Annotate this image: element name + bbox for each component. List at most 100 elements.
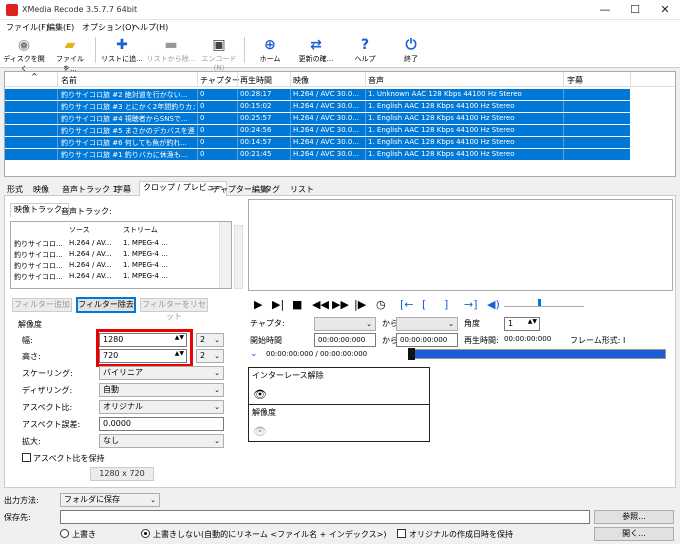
destination-input[interactable]: [60, 510, 590, 524]
zoom-slider-thumb[interactable]: [538, 299, 541, 306]
plus-icon: ✚: [116, 37, 128, 53]
filter-deinterlace[interactable]: インターレース解除 👁: [248, 367, 430, 405]
bracket-left-icon[interactable]: [: [422, 299, 426, 311]
height-mod-select[interactable]: 2 ⌄: [196, 349, 224, 363]
file-row[interactable]: 釣りサイコロ旅 #5 まさかのデカバスを連... 0 00:24:56 H.264 /…: [5, 125, 630, 136]
output-method-select[interactable]: フォルダに保存 ⌄: [60, 493, 160, 507]
col-video[interactable]: 映像: [293, 75, 309, 86]
file-cell: 0: [200, 150, 205, 158]
close-button[interactable]: ✕: [650, 0, 680, 20]
minimize-button[interactable]: —: [590, 0, 620, 20]
file-cell: 00:14:57: [240, 138, 272, 146]
track-list-scrollbar[interactable]: [219, 222, 231, 288]
col-subtitle[interactable]: 字幕: [567, 75, 583, 86]
filter-add-button[interactable]: フィルター追加: [12, 298, 72, 312]
col-audio[interactable]: 音声: [368, 75, 384, 86]
tab-list[interactable]: リスト: [287, 182, 317, 196]
menu-edit[interactable]: 編集(E): [47, 22, 74, 33]
duration-value: 00:00:00:000: [504, 335, 552, 343]
angle-input[interactable]: 1 ▲▼: [504, 317, 540, 331]
chapter-start-select[interactable]: ⌄: [314, 317, 376, 331]
seek-thumb[interactable]: [408, 348, 415, 360]
aspect-error-input[interactable]: 0.0000: [99, 417, 224, 431]
start-time-input[interactable]: 00:00:00:000: [314, 333, 376, 347]
rewind-button[interactable]: ◀◀: [312, 299, 329, 311]
destination-label: 保存先:: [4, 513, 31, 522]
eye-hidden-icon[interactable]: 👁: [253, 425, 267, 438]
col-chapter[interactable]: チャプター: [200, 75, 240, 86]
start-time-label: 開始時間: [250, 336, 282, 345]
file-cell: 0: [200, 102, 205, 110]
add-to-list-button[interactable]: ✚ リストに追...: [100, 36, 144, 66]
aspect-select[interactable]: オリジナル ⌄: [99, 400, 224, 414]
file-cell: 1. English AAC 128 Kbps 44100 Hz Stereo: [368, 150, 515, 158]
remove-from-list-button[interactable]: ▬ リストから除...: [146, 36, 196, 66]
tab-video[interactable]: 映像: [30, 182, 52, 196]
end-time-input[interactable]: 00:00:00:000: [396, 333, 458, 347]
open-folder-button[interactable]: 開く...: [594, 527, 674, 541]
width-label: 幅:: [22, 336, 33, 345]
exit-button[interactable]: ⏻ 終了: [396, 36, 426, 66]
step-forward-button[interactable]: ▶|: [272, 299, 284, 311]
fast-forward-button[interactable]: ▶▶: [332, 299, 349, 311]
tab-format[interactable]: 形式: [4, 182, 26, 196]
file-list[interactable]: ^ 名前 チャプター 再生時間 映像 音声 字幕 釣りサイコロ旅 #2 絶対道を…: [4, 71, 676, 177]
home-button[interactable]: ⊕ ホーム: [254, 36, 286, 66]
keep-aspect-checkbox[interactable]: [22, 453, 31, 462]
mark-out-icon[interactable]: →]: [464, 299, 478, 311]
menu-options[interactable]: オプション(O): [82, 22, 135, 33]
file-cell: 1. Unknown AAC 128 Kbps 44100 Hz Stereo: [368, 90, 522, 98]
filter-remove-button[interactable]: フィルター除去: [76, 297, 136, 313]
menu-file[interactable]: ファイル(F): [6, 22, 49, 33]
file-row[interactable]: 釣りサイコロ旅 #3 とにかく2年間釣りカメ... 0 00:15:02 H.264 …: [5, 101, 630, 112]
keep-date-checkbox[interactable]: [397, 529, 406, 538]
seek-bar[interactable]: [408, 349, 666, 359]
open-disc-button[interactable]: ◉ ディスクを開く: [2, 36, 46, 73]
help-button[interactable]: ? ヘルプ: [350, 36, 380, 66]
play-button[interactable]: ▶: [254, 299, 262, 311]
file-row[interactable]: 釣りサイコロ旅 #6 何しても魚が釣れ... 0 00:14:57 H.264 / A…: [5, 137, 630, 148]
stop-button[interactable]: ■: [292, 299, 302, 311]
tab-tag[interactable]: タグ: [261, 182, 283, 196]
mark-in-icon[interactable]: [←: [400, 299, 414, 311]
filter-reset-button[interactable]: フィルターをリセット: [140, 298, 208, 321]
file-row[interactable]: 釣りサイコロ旅 #1 釣りバカに休漁も... 0 00:21:45 H.264 / A…: [5, 149, 630, 160]
file-row[interactable]: 釣りサイコロ旅 #2 絶対道を行かない... 0 00:28:17 H.264 / A…: [5, 89, 630, 100]
tab-audio-track-sub[interactable]: 音声トラック:: [58, 204, 115, 219]
track-list[interactable]: ソース ストリーム 釣りサイコロ... H.264 / AV... 1. MPEG-…: [10, 221, 232, 289]
clock-icon[interactable]: ◷: [376, 299, 386, 311]
no-overwrite-radio[interactable]: [141, 529, 150, 538]
window-title: XMedia Recode 3.5.7.7 64bit: [22, 5, 138, 14]
browse-button[interactable]: 参照...: [594, 510, 674, 524]
size-display: 1280 x 720: [90, 467, 154, 481]
check-update-button[interactable]: ⇄ 更新の確...: [296, 36, 336, 66]
no-overwrite-label: 上書きしない(自動的にリネーム <ファイル名 + インデックス>): [153, 530, 387, 539]
file-cell: H.264 / AVC 30.0...: [293, 126, 360, 134]
panel-scrollbar[interactable]: [234, 225, 243, 289]
tab-subtitle[interactable]: 字幕: [112, 182, 134, 196]
main-tabs: 形式 映像 音声トラック 1 字幕 クロップ / プレビュー チャプター編集 タ…: [4, 181, 676, 197]
file-row[interactable]: 釣りサイコロ旅 #4 視聴者からSNSで... 0 00:25:57 H.264 / …: [5, 113, 630, 124]
minus-icon: ▬: [164, 37, 178, 53]
eye-icon[interactable]: 👁: [253, 388, 267, 401]
file-cell: 00:21:45: [240, 150, 272, 158]
open-file-button[interactable]: ▰ ファイルを...: [50, 36, 90, 73]
dither-select[interactable]: 自動 ⌄: [99, 383, 224, 397]
frame-step-button[interactable]: |▶: [354, 299, 366, 311]
scaling-select[interactable]: バイリニア ⌄: [99, 366, 224, 380]
encode-button[interactable]: ▣ エンコード(N): [198, 36, 240, 72]
chapter-end-select[interactable]: ⌄: [396, 317, 458, 331]
filter-resolution[interactable]: 解像度 👁: [248, 404, 430, 442]
maximize-button[interactable]: ☐: [620, 0, 650, 20]
overwrite-radio[interactable]: [60, 529, 69, 538]
volume-icon[interactable]: ◀): [487, 299, 500, 311]
angle-label: 角度: [464, 319, 480, 328]
menu-help[interactable]: ヘルプ(H): [132, 22, 168, 33]
width-mod-select[interactable]: 2 ⌄: [196, 333, 224, 347]
bracket-right-icon[interactable]: ]: [444, 299, 448, 311]
zoom-slider-track[interactable]: [504, 306, 584, 307]
zoom-select[interactable]: なし ⌄: [99, 434, 224, 448]
chevron-down-icon[interactable]: ⌄: [250, 349, 258, 359]
col-name[interactable]: 名前: [61, 75, 77, 86]
col-duration[interactable]: 再生時間: [240, 75, 272, 86]
